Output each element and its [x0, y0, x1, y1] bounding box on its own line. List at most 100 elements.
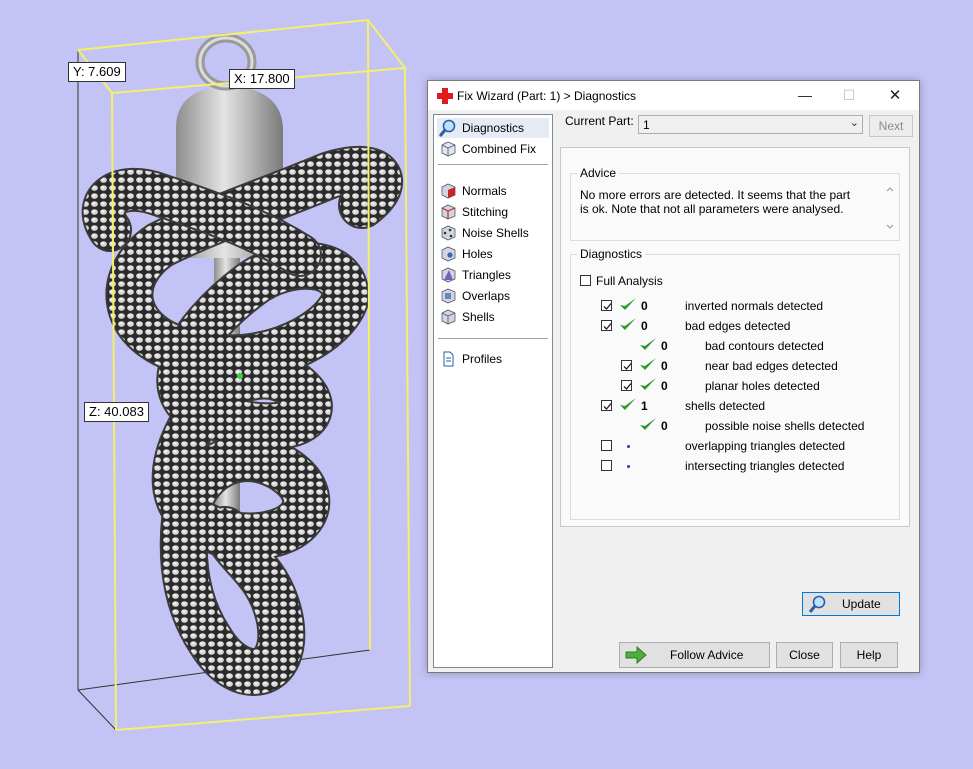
- green-check-icon: [640, 358, 656, 370]
- nav-divider: [438, 338, 548, 339]
- normals-cube-icon: [441, 183, 456, 199]
- row-count: 0: [661, 379, 668, 393]
- arrow-right-icon: [625, 646, 647, 664]
- update-label: Update: [842, 597, 881, 611]
- nav-item-normals[interactable]: Normals: [437, 181, 549, 201]
- nav-item-noise-shells[interactable]: Noise Shells: [437, 223, 549, 243]
- row-checkbox[interactable]: [601, 320, 612, 331]
- dimension-x-label: X: 17.800: [229, 69, 295, 89]
- update-button[interactable]: Update: [802, 592, 900, 616]
- nav-label: Diagnostics: [462, 121, 525, 135]
- row-checkbox[interactable]: [601, 300, 612, 311]
- pivot-marker: [237, 373, 243, 379]
- nav-label: Combined Fix: [462, 142, 537, 156]
- nav-item-triangles[interactable]: Triangles: [437, 265, 549, 285]
- nav-item-diagnostics[interactable]: Diagnostics: [437, 118, 549, 138]
- next-button[interactable]: Next: [869, 115, 913, 137]
- diagnostics-panel: Advice No more errors are detected. It s…: [560, 147, 910, 616]
- green-check-icon: [620, 318, 636, 330]
- full-analysis-checkbox[interactable]: [580, 275, 591, 286]
- row-count: 0: [641, 299, 648, 313]
- row-text: possible noise shells detected: [705, 419, 865, 433]
- magnifier-icon: [808, 595, 826, 613]
- advice-group: Advice No more errors are detected. It s…: [570, 166, 900, 241]
- row-count: 0: [661, 419, 668, 433]
- current-part-label: Current Part:: [565, 114, 634, 128]
- checkmark-icon: [623, 363, 632, 370]
- minimize-button[interactable]: —: [782, 81, 828, 110]
- noise-shells-icon: [441, 225, 456, 241]
- advice-title: Advice: [577, 166, 620, 180]
- current-part-value: 1: [643, 118, 650, 132]
- pending-dot-icon: [627, 465, 630, 468]
- magnifier-icon: [439, 119, 456, 137]
- holes-icon: [441, 246, 456, 262]
- green-check-icon: [640, 338, 656, 350]
- red-cross-icon: [437, 88, 453, 104]
- advice-text: No more errors are detected. It seems th…: [580, 188, 851, 216]
- maximize-button[interactable]: ☐: [826, 81, 872, 110]
- dimension-z-label: Z: 40.083: [84, 402, 149, 422]
- chevron-down-icon: ⌄: [849, 117, 859, 129]
- row-checkbox[interactable]: [621, 360, 632, 371]
- nav-label: Normals: [462, 184, 507, 198]
- nav-label: Shells: [462, 310, 495, 324]
- triangles-icon: [441, 267, 456, 283]
- checkmark-icon: [603, 403, 612, 410]
- row-text: overlapping triangles detected: [685, 439, 846, 453]
- nav-label: Holes: [462, 247, 493, 261]
- full-analysis-label: Full Analysis: [596, 274, 663, 288]
- green-check-icon: [640, 378, 656, 390]
- row-text: bad edges detected: [685, 319, 791, 333]
- title-bar[interactable]: Fix Wizard (Part: 1) > Diagnostics — ☐ ✕: [428, 81, 919, 110]
- nav-item-overlaps[interactable]: Overlaps: [437, 286, 549, 306]
- nav-item-shells[interactable]: Shells: [437, 307, 549, 327]
- checkmark-icon: [623, 383, 632, 390]
- follow-advice-button[interactable]: Follow Advice: [619, 642, 770, 668]
- row-count: 0: [661, 359, 668, 373]
- green-check-icon: [620, 398, 636, 410]
- advice-scrollbar[interactable]: [884, 184, 896, 232]
- diagnostics-group: Diagnostics Full Analysis 0 inverted norm…: [570, 247, 900, 616]
- nav-item-combined-fix[interactable]: Combined Fix: [437, 139, 549, 159]
- row-checkbox[interactable]: [621, 380, 632, 391]
- row-checkbox[interactable]: [601, 400, 612, 411]
- nav-label: Overlaps: [462, 289, 511, 303]
- row-count: 1: [641, 399, 648, 413]
- row-count: 0: [641, 319, 648, 333]
- document-icon: [443, 351, 454, 367]
- wizard-nav-list: Diagnostics Combined Fix Normals Stitchi…: [433, 114, 553, 668]
- nav-label: Profiles: [462, 352, 503, 366]
- row-text: bad contours detected: [705, 339, 824, 353]
- row-text: near bad edges detected: [705, 359, 838, 373]
- cube-icon: [441, 141, 456, 157]
- fix-wizard-window: Fix Wizard (Part: 1) > Diagnostics — ☐ ✕…: [427, 80, 920, 673]
- overlaps-icon: [441, 288, 456, 304]
- nav-item-stitching[interactable]: Stitching: [437, 202, 549, 222]
- checkmark-icon: [603, 303, 612, 310]
- window-title: Fix Wizard (Part: 1) > Diagnostics: [457, 89, 637, 103]
- green-check-icon: [620, 298, 636, 310]
- shells-icon: [441, 309, 456, 325]
- row-checkbox[interactable]: [601, 460, 612, 471]
- green-check-icon: [640, 418, 656, 430]
- row-text: inverted normals detected: [685, 299, 824, 313]
- nav-label: Noise Shells: [462, 226, 529, 240]
- current-part-select[interactable]: 1 ⌄: [638, 115, 863, 134]
- row-text: shells detected: [685, 399, 766, 413]
- nav-label: Stitching: [462, 205, 509, 219]
- dimension-y-label: Y: 7.609: [68, 62, 126, 82]
- diagnostics-title: Diagnostics: [577, 247, 646, 261]
- row-text: planar holes detected: [705, 379, 820, 393]
- close-button[interactable]: Close: [776, 642, 833, 668]
- nav-label: Triangles: [462, 268, 511, 282]
- nav-item-profiles[interactable]: Profiles: [437, 349, 549, 369]
- nav-item-holes[interactable]: Holes: [437, 244, 549, 264]
- follow-advice-label: Follow Advice: [670, 648, 744, 662]
- help-button[interactable]: Help: [840, 642, 898, 668]
- row-text: intersecting triangles detected: [685, 459, 845, 473]
- close-window-button[interactable]: ✕: [872, 81, 918, 110]
- checkmark-icon: [603, 323, 612, 330]
- stitching-cube-icon: [441, 204, 456, 220]
- row-checkbox[interactable]: [601, 440, 612, 451]
